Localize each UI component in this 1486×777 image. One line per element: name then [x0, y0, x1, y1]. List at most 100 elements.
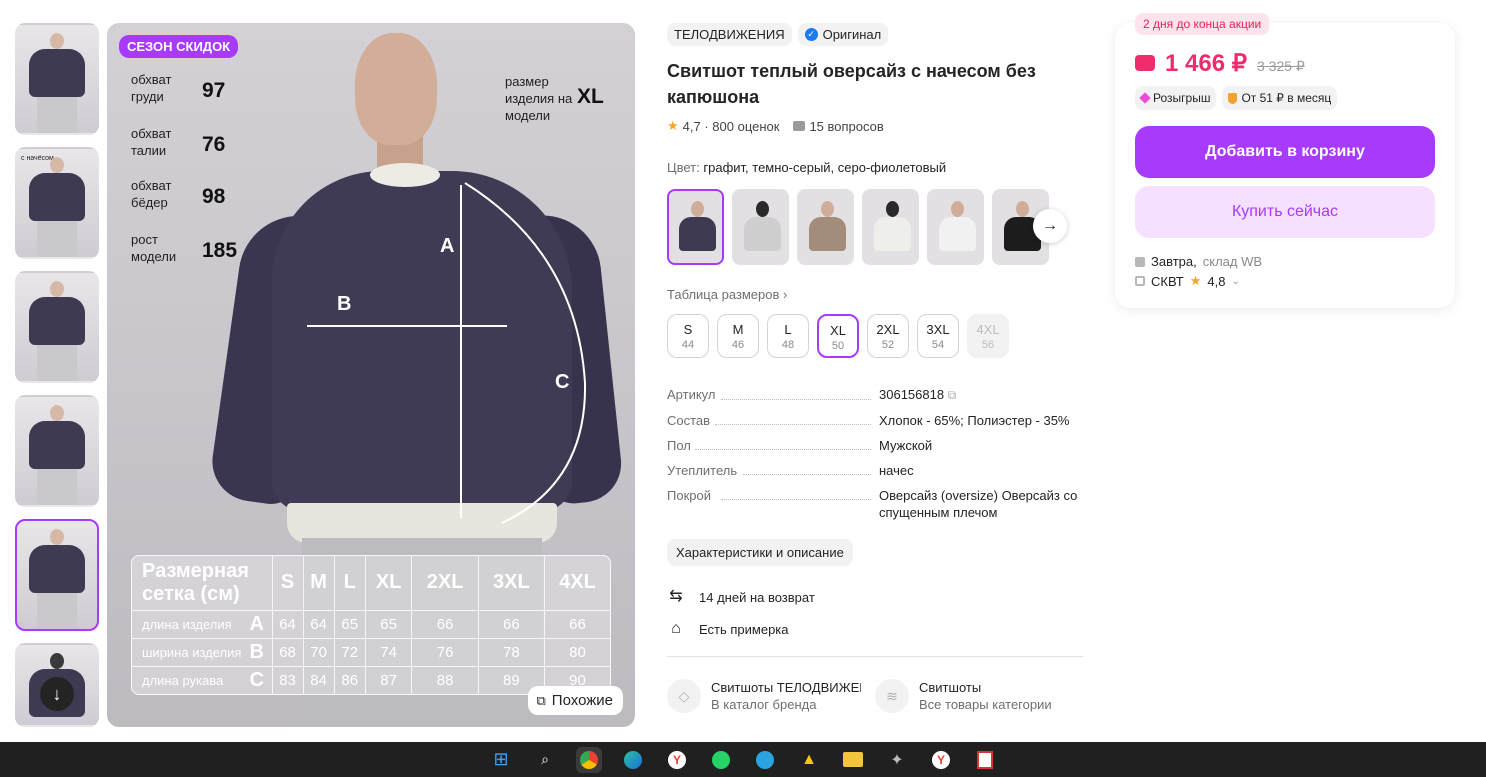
arrow-down-icon: ↓: [52, 683, 62, 704]
app-triangle-icon[interactable]: ▲: [796, 747, 822, 773]
next-variants-button[interactable]: →: [1033, 209, 1067, 243]
copy-icon[interactable]: ⧉: [948, 388, 957, 402]
size-ru: 52: [881, 339, 895, 351]
size-grid-header: 4XL: [544, 556, 610, 611]
thumbnail[interactable]: [15, 395, 99, 507]
star-icon: ★: [667, 118, 679, 133]
cell: 66: [477, 609, 545, 639]
cell: 87: [364, 666, 412, 694]
size-option-disabled: 4XL 56: [967, 314, 1009, 358]
color-value: графит, темно-серый, серо-фиолетовый: [703, 160, 947, 175]
brand-catalog-link[interactable]: ◇ Свитшоты ТЕЛОДВИЖЕНИЯ В каталог бренда: [667, 679, 861, 713]
shield-icon: [1228, 92, 1238, 104]
app-compass-icon[interactable]: ✦: [884, 747, 910, 773]
measure-value: 98: [202, 185, 226, 208]
size-option[interactable]: S 44: [667, 314, 709, 358]
size-name: 4XL: [976, 322, 1000, 337]
image-search-icon: ⧉: [536, 692, 546, 708]
row-label: длина изделия: [132, 609, 242, 639]
size-option[interactable]: 2XL 52: [867, 314, 909, 358]
installment-chip[interactable]: От 51 ₽ в месяц: [1222, 86, 1338, 110]
size-ru: 54: [931, 339, 945, 351]
thumbnail[interactable]: [15, 23, 99, 135]
color-label: Цвет:: [667, 160, 700, 175]
measure-value: 76: [202, 133, 226, 156]
question-icon: [793, 121, 806, 131]
size-option-selected[interactable]: XL 50: [817, 314, 859, 358]
size-option[interactable]: 3XL 54: [917, 314, 959, 358]
size-selector: S 44 M 46 L 48 XL 50 2XL 52 3XL 54 4XL 56: [667, 314, 1087, 358]
model-size-label: размер изделия на модели: [505, 74, 573, 123]
telegram-icon[interactable]: [752, 747, 778, 773]
size-grid-header: S: [271, 556, 304, 611]
characteristics-button[interactable]: Характеристики и описание: [667, 539, 853, 566]
color-variant[interactable]: [927, 189, 984, 265]
delivery-day: Завтра,: [1151, 254, 1197, 269]
thumbnail[interactable]: с начёсом: [15, 147, 99, 259]
lottery-chip[interactable]: Розыгрыш: [1135, 86, 1217, 110]
delivery-info: Завтра, склад WB: [1135, 254, 1435, 269]
color-variant[interactable]: [797, 189, 854, 265]
main-product-image[interactable]: A B C СЕЗОН СКИДОК обхват груди 97 обхва…: [107, 23, 635, 727]
size-name: XL: [830, 323, 846, 338]
cell: 68: [271, 637, 304, 667]
seller-name[interactable]: СКВТ: [1151, 274, 1184, 289]
color-variant[interactable]: [862, 189, 919, 265]
questions-link[interactable]: 15 вопросов: [809, 119, 883, 134]
yandex-browser-icon[interactable]: Y: [664, 747, 690, 773]
yandex-icon[interactable]: Y: [928, 747, 954, 773]
size-option[interactable]: M 46: [717, 314, 759, 358]
cell: 84: [302, 666, 335, 694]
thumbnail[interactable]: [15, 271, 99, 383]
param-key: Утеплитель: [667, 463, 738, 478]
cell: 86: [333, 666, 366, 694]
color-variant[interactable]: [732, 189, 789, 265]
thumbnail-active[interactable]: [15, 519, 99, 631]
table-row: ширина изделия B 68 70 72 74 76 78 80: [132, 637, 610, 667]
whatsapp-icon[interactable]: [708, 747, 734, 773]
rating-row[interactable]: ★ 4,7 · 800 оценок 15 вопросов: [667, 118, 1087, 134]
cell: 83: [271, 666, 304, 694]
cell: 66: [411, 609, 479, 639]
scroll-down-button[interactable]: ↓: [40, 677, 74, 711]
cat-title: Свитшоты: [919, 680, 982, 695]
color-variant[interactable]: [667, 189, 724, 265]
search-icon[interactable]: ⌕: [532, 747, 558, 773]
size-option[interactable]: L 48: [767, 314, 809, 358]
windows-start-icon[interactable]: ⊞: [488, 747, 514, 773]
chrome-icon[interactable]: [576, 746, 602, 773]
category-link[interactable]: ≋ Свитшоты Все товары категории: [875, 679, 1069, 713]
size-grid-header: 2XL: [411, 556, 479, 611]
model-size-value: XL: [577, 85, 604, 108]
size-name: S: [683, 322, 693, 337]
edge-icon[interactable]: [620, 747, 646, 773]
similar-button[interactable]: ⧉ Похожие: [528, 686, 623, 715]
chevron-down-icon[interactable]: ⌄: [1231, 276, 1239, 287]
buy-now-button[interactable]: Купить сейчас: [1135, 186, 1435, 238]
size-ru: 44: [681, 339, 695, 351]
param-key: Пол: [667, 438, 691, 453]
size-table-link[interactable]: Таблица размеров ›: [667, 287, 1087, 302]
tag-icon: ◇: [667, 679, 701, 713]
measure-height: рост модели 185: [131, 231, 237, 265]
price-card: 2 дня до конца акции 1 466 ₽ 3 325 ₽ Роз…: [1115, 13, 1455, 308]
seller-info[interactable]: СКВТ ★ 4,8 ⌄: [1135, 273, 1435, 289]
param-value: 306156818: [879, 387, 945, 402]
file-explorer-icon[interactable]: [840, 747, 866, 773]
hanger-icon: ⌂: [671, 620, 681, 637]
cell: 64: [271, 609, 304, 639]
size-ru: 50: [831, 340, 845, 352]
size-grid-header: XL: [364, 556, 412, 611]
measure-value: 97: [202, 79, 226, 102]
category-links: ◇ Свитшоты ТЕЛОДВИЖЕНИЯ В каталог бренда…: [667, 679, 1087, 713]
try-on-info: ⌂ Есть примерка: [667, 620, 1087, 638]
rating-text[interactable]: 4,7 · 800 оценок: [683, 119, 780, 134]
add-to-cart-button[interactable]: Добавить в корзину: [1135, 126, 1435, 178]
brand-link[interactable]: ТЕЛОДВИЖЕНИЯ: [667, 23, 792, 46]
installment-label: От 51 ₽ в месяц: [1241, 91, 1332, 105]
try-on-text: Есть примерка: [699, 621, 789, 637]
cell: 70: [302, 637, 335, 667]
measure-chest: обхват груди 97: [131, 71, 225, 105]
snipping-tool-icon[interactable]: [972, 747, 998, 773]
param-value: Мужской: [879, 438, 933, 453]
